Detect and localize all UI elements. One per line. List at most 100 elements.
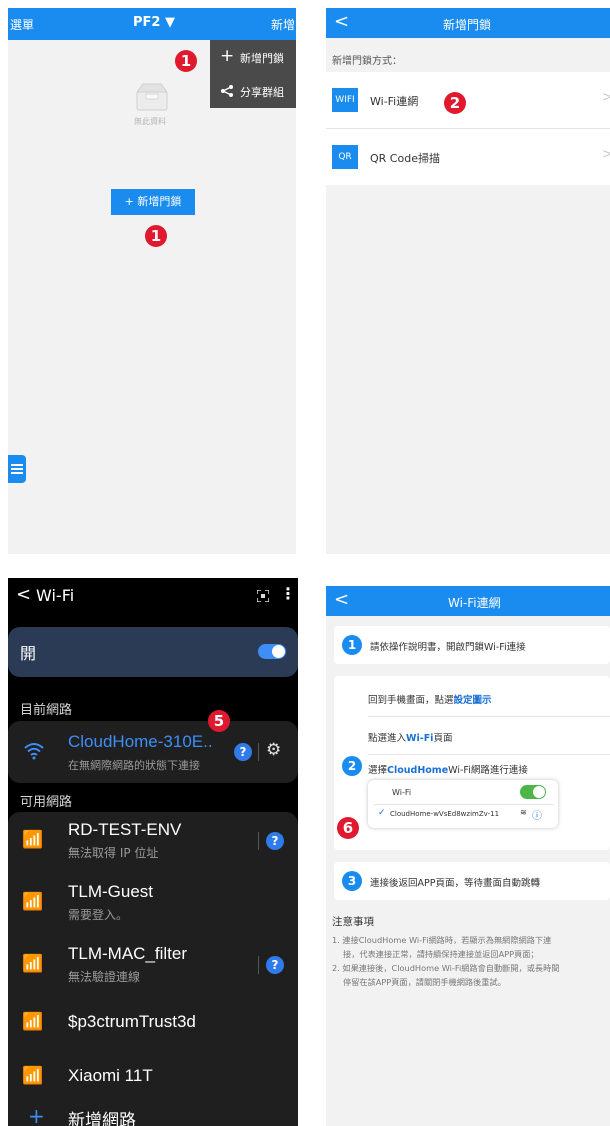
network-sub: 無法取得 IP 位址 [68,846,159,860]
wifi-toggle-label: 開 [20,644,37,663]
help-icon[interactable]: ? [266,956,284,974]
add-lock-header: < 新增門鎖 [326,8,610,38]
current-network-item[interactable]: CloudHome-310E.. 在無網際網路的狀態下連接 ? ⚙ [8,721,298,783]
vertical-separator [258,832,259,850]
home-header: 選單 PF2 ▼ 新增 [8,8,296,40]
network-sub: 需要登入。 [68,908,129,922]
back-icon[interactable]: < [16,584,31,605]
secure-wifi-icon: 📶 [22,1012,44,1032]
step2-line2-post: 頁面 [433,733,453,744]
settings-link: 設定圖示 [453,695,492,706]
help-icon[interactable]: ? [234,743,252,761]
step2-line3-post: Wi-Fi網路進行連接 [448,765,528,776]
wifi-method-icon: WIFI [332,88,358,112]
option-qr-label: QR Code掃描 [370,152,440,165]
menu-button[interactable]: 選單 [10,16,34,33]
step-divider [368,754,610,755]
page-title: 新增門鎖 [443,18,492,32]
wifi-guide-header: < Wi-Fi連網 [326,586,610,616]
dropdown-share-group-label: 分享群組 [240,86,284,99]
step2-line1-text: 回到手機畫面，點選 [368,695,454,706]
step-badge-5: 5 [208,710,230,732]
mini-wifi-preview: Wi-Fi ✓ CloudHome-wVsEd8wzimZv-11 ≋ ⓘ [368,780,558,828]
step1-card: 1 請依操作說明書，開啟門鎖Wi-Fi連接 [334,626,610,664]
floating-list-button[interactable] [8,455,26,483]
back-icon[interactable]: < [334,589,349,610]
method-section-label: 新增門鎖方式： [332,56,402,67]
network-item[interactable]: 📶 TLM-Guest 需要登入。 [8,874,298,932]
add-network-item[interactable]: + 新增網路 [8,1104,298,1126]
share-icon [221,85,233,97]
panel-add-lock: < 新增門鎖 新增門鎖方式： WIFI Wi-Fi連網 > 2 QR QR Co… [326,8,610,554]
checkmark-icon: ✓ [378,808,386,818]
page-title: Wi-Fi [36,586,75,605]
step-badge-1-top: 1 [175,50,197,72]
network-name: Xiaomi 11T [68,1066,153,1085]
wifi-signal-icon: 📶 [22,892,44,912]
step-number: 1 [342,635,362,655]
option-qr[interactable]: QR QR Code掃描 > [326,129,610,185]
network-item[interactable]: 📶 RD-TEST-ENV 無法取得 IP 位址 ? [8,812,298,870]
list-icon [11,464,23,474]
panel-wifi-guide: < Wi-Fi連網 1 請依操作說明書，開啟門鎖Wi-Fi連接 回到手機畫面，點… [326,586,610,1126]
current-network-header: 目前網路 [20,703,73,718]
group-selector[interactable]: PF2 ▼ [133,15,175,30]
network-item[interactable]: 📶 TLM-MAC_filter 無法驗證連線 ? [8,936,298,994]
secure-wifi-icon: 📶 [22,830,44,850]
notes-title: 注意事項 [332,916,374,928]
wifi-link: Wi-Fi [406,733,434,744]
info-icon: ⓘ [532,811,542,822]
plus-icon: + [28,1104,45,1126]
chevron-right-icon: > [602,90,610,105]
vertical-separator [258,956,259,974]
help-icon[interactable]: ? [266,832,284,850]
secure-wifi-icon: 📶 [22,1066,44,1086]
panel-home: 選單 PF2 ▼ 新增 + 新增門鎖 分享群組 1 無此資料 + 新增門鎖 1 [8,8,296,554]
empty-box-icon [136,83,168,111]
step-number: 3 [342,871,362,891]
step-number: 2 [342,756,362,776]
qr-scan-icon[interactable] [257,590,269,602]
current-network-name: CloudHome-310E.. [68,732,213,751]
note-line: 接，代表連接正常，請持續保持連接並返回APP頁面； [343,949,539,959]
wifi-toggle-switch[interactable] [258,644,286,659]
more-options-icon[interactable]: ⋮ [280,584,296,603]
back-icon[interactable]: < [334,11,349,32]
network-name: TLM-Guest [68,882,154,901]
mini-toggle [520,785,546,799]
step-badge-6: 6 [337,817,359,839]
note-line: 1. 連接CloudHome Wi-Fi網路時，若顯示為無網際網路下連 [332,935,552,945]
available-networks-header: 可用網路 [20,795,73,810]
note-line: 2. 如果連接後，CloudHome Wi-Fi網路會自動斷開，或長時間 [332,963,560,973]
add-dropdown-menu: + 新增門鎖 分享群組 [210,40,296,108]
dropdown-item-share-group[interactable]: 分享群組 [210,74,296,108]
dropdown-add-lock-label: 新增門鎖 [240,52,284,65]
dropdown-item-add-lock[interactable]: + 新增門鎖 [210,40,296,74]
wifi-toggle-row[interactable]: 開 [8,627,298,677]
secure-wifi-icon: 📶 [22,954,44,974]
add-button[interactable]: 新增 [271,16,295,33]
add-network-label: 新增網路 [68,1111,136,1126]
empty-text: 無此資料 [134,117,166,126]
option-wifi[interactable]: WIFI Wi-Fi連網 > [326,72,610,128]
network-item[interactable]: 📶 $p3ctrumTrust3d [8,998,298,1048]
network-sub: 無法驗證連線 [68,970,141,984]
step2-line1: 回到手機畫面，點選設定圖示 [368,692,492,706]
option-wifi-label: Wi-Fi連網 [370,95,419,108]
add-lock-button[interactable]: + 新增門鎖 [111,189,195,215]
network-item[interactable]: 📶 Xiaomi 11T [8,1052,298,1102]
step-divider [368,716,610,717]
step1-text: 請依操作說明書，開啟門鎖Wi-Fi連接 [370,642,526,653]
gear-icon[interactable]: ⚙ [266,740,281,760]
network-name: RD-TEST-ENV [68,820,182,839]
cloudhome-link: CloudHome [387,765,449,776]
network-name: $p3ctrumTrust3d [68,1012,196,1031]
current-network-status: 在無網際網路的狀態下連接 [68,759,200,772]
step3-card: 3 連接後返回APP頁面，等待畫面自動跳轉 [334,862,610,900]
step-badge-1-bottom: 1 [145,225,167,247]
step2-line2: 點選進入Wi-Fi頁面 [368,730,452,744]
mini-network-name: CloudHome-wVsEd8wzimZv-11 [390,810,500,818]
step2-line3: 選擇CloudHomeWi-Fi網路進行連接 [368,762,528,776]
panel-android-wifi: < Wi-Fi ⋮ 開 目前網路 CloudHome-310E.. 在無網際網路… [8,578,298,1126]
qr-method-icon: QR [332,145,358,169]
